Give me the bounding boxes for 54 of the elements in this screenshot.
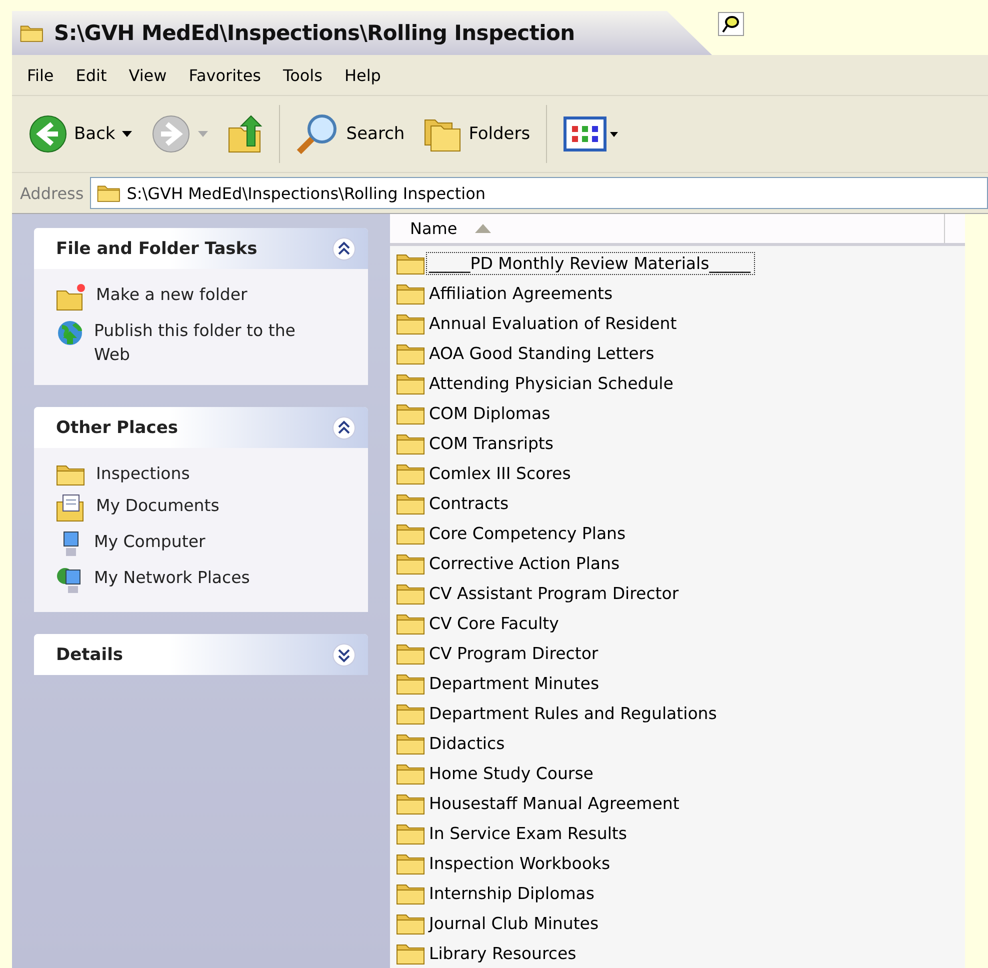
panel-title[interactable]: Details [56,644,124,664]
collapse-icon[interactable] [332,236,356,260]
pin-icon[interactable] [718,12,744,36]
globe-icon [56,319,84,347]
caret-icon[interactable] [121,130,134,138]
folder-name[interactable]: Didactics [426,732,510,754]
window-title: S:\GVH MedEd\Inspections\Rolling Inspection [54,21,575,45]
folder-icon [20,23,44,43]
folder-name[interactable]: AOA Good Standing Letters [426,342,660,364]
task-link[interactable]: My Computer [94,530,206,554]
folder-name[interactable]: _____PD Monthly Review Materials_____ [426,252,756,274]
menu-item[interactable]: Favorites [180,62,270,88]
folder-name[interactable]: Inspection Workbooks [426,852,616,874]
folder-name[interactable]: CV Program Director [426,642,604,664]
documents-icon [56,494,86,522]
folder-name[interactable]: In Service Exam Results [426,822,632,844]
folder-name[interactable]: Housestaff Manual Agreement [426,792,684,814]
menu-item[interactable]: View [120,62,176,88]
folder-name[interactable]: Annual Evaluation of Resident [426,312,682,334]
folder-name[interactable]: Attending Physician Schedule [426,372,678,394]
search-button[interactable]: Search [292,109,409,159]
collapse-icon[interactable] [332,416,356,440]
folder-name[interactable]: COM Transripts [426,432,558,454]
folder-name[interactable]: Home Study Course [426,762,598,784]
back-button[interactable]: Back [24,110,138,158]
folder-name[interactable]: Contracts [426,492,514,514]
folder-name[interactable]: Comlex III Scores [426,462,576,484]
menu-item[interactable]: Edit [66,62,116,88]
panel-title[interactable]: Other Places [56,418,178,438]
menu-item[interactable]: File [18,62,63,88]
new-folder-icon [56,283,86,311]
address-label: Address [20,184,84,202]
task-link[interactable]: Make a new folder [96,283,248,307]
folder-name[interactable]: Affiliation Agreements [426,282,618,304]
folder-name[interactable]: Library Resources [426,942,582,964]
folder-name[interactable]: Internship Diplomas [426,882,600,904]
folder-name[interactable]: Department Rules and Regulations [426,702,722,724]
folder-name[interactable]: Journal Club Minutes [426,912,604,934]
task-link[interactable]: Inspections [96,462,190,486]
folder-name[interactable]: CV Core Faculty [426,612,564,634]
folder-icon [96,183,121,203]
folder-name[interactable]: Corrective Action Plans [426,552,625,574]
task-link[interactable]: Publish this folder to the Web [94,319,314,367]
task-link[interactable]: My Network Places [94,566,250,590]
menu-item[interactable]: Tools [274,62,332,88]
folder-name[interactable]: Department Minutes [426,672,604,694]
folder-name[interactable]: COM Diplomas [426,402,556,424]
folder-name[interactable]: CV Assistant Program Director [426,582,684,604]
address-field[interactable]: S:\GVH MedEd\Inspections\Rolling Inspection [90,177,988,209]
folders-button[interactable]: Folders [418,112,534,156]
menu-item[interactable]: Help [335,62,390,88]
task-link[interactable]: My Documents [96,494,220,518]
expand-icon[interactable] [332,642,356,666]
folder-name[interactable]: Core Competency Plans [426,522,631,544]
